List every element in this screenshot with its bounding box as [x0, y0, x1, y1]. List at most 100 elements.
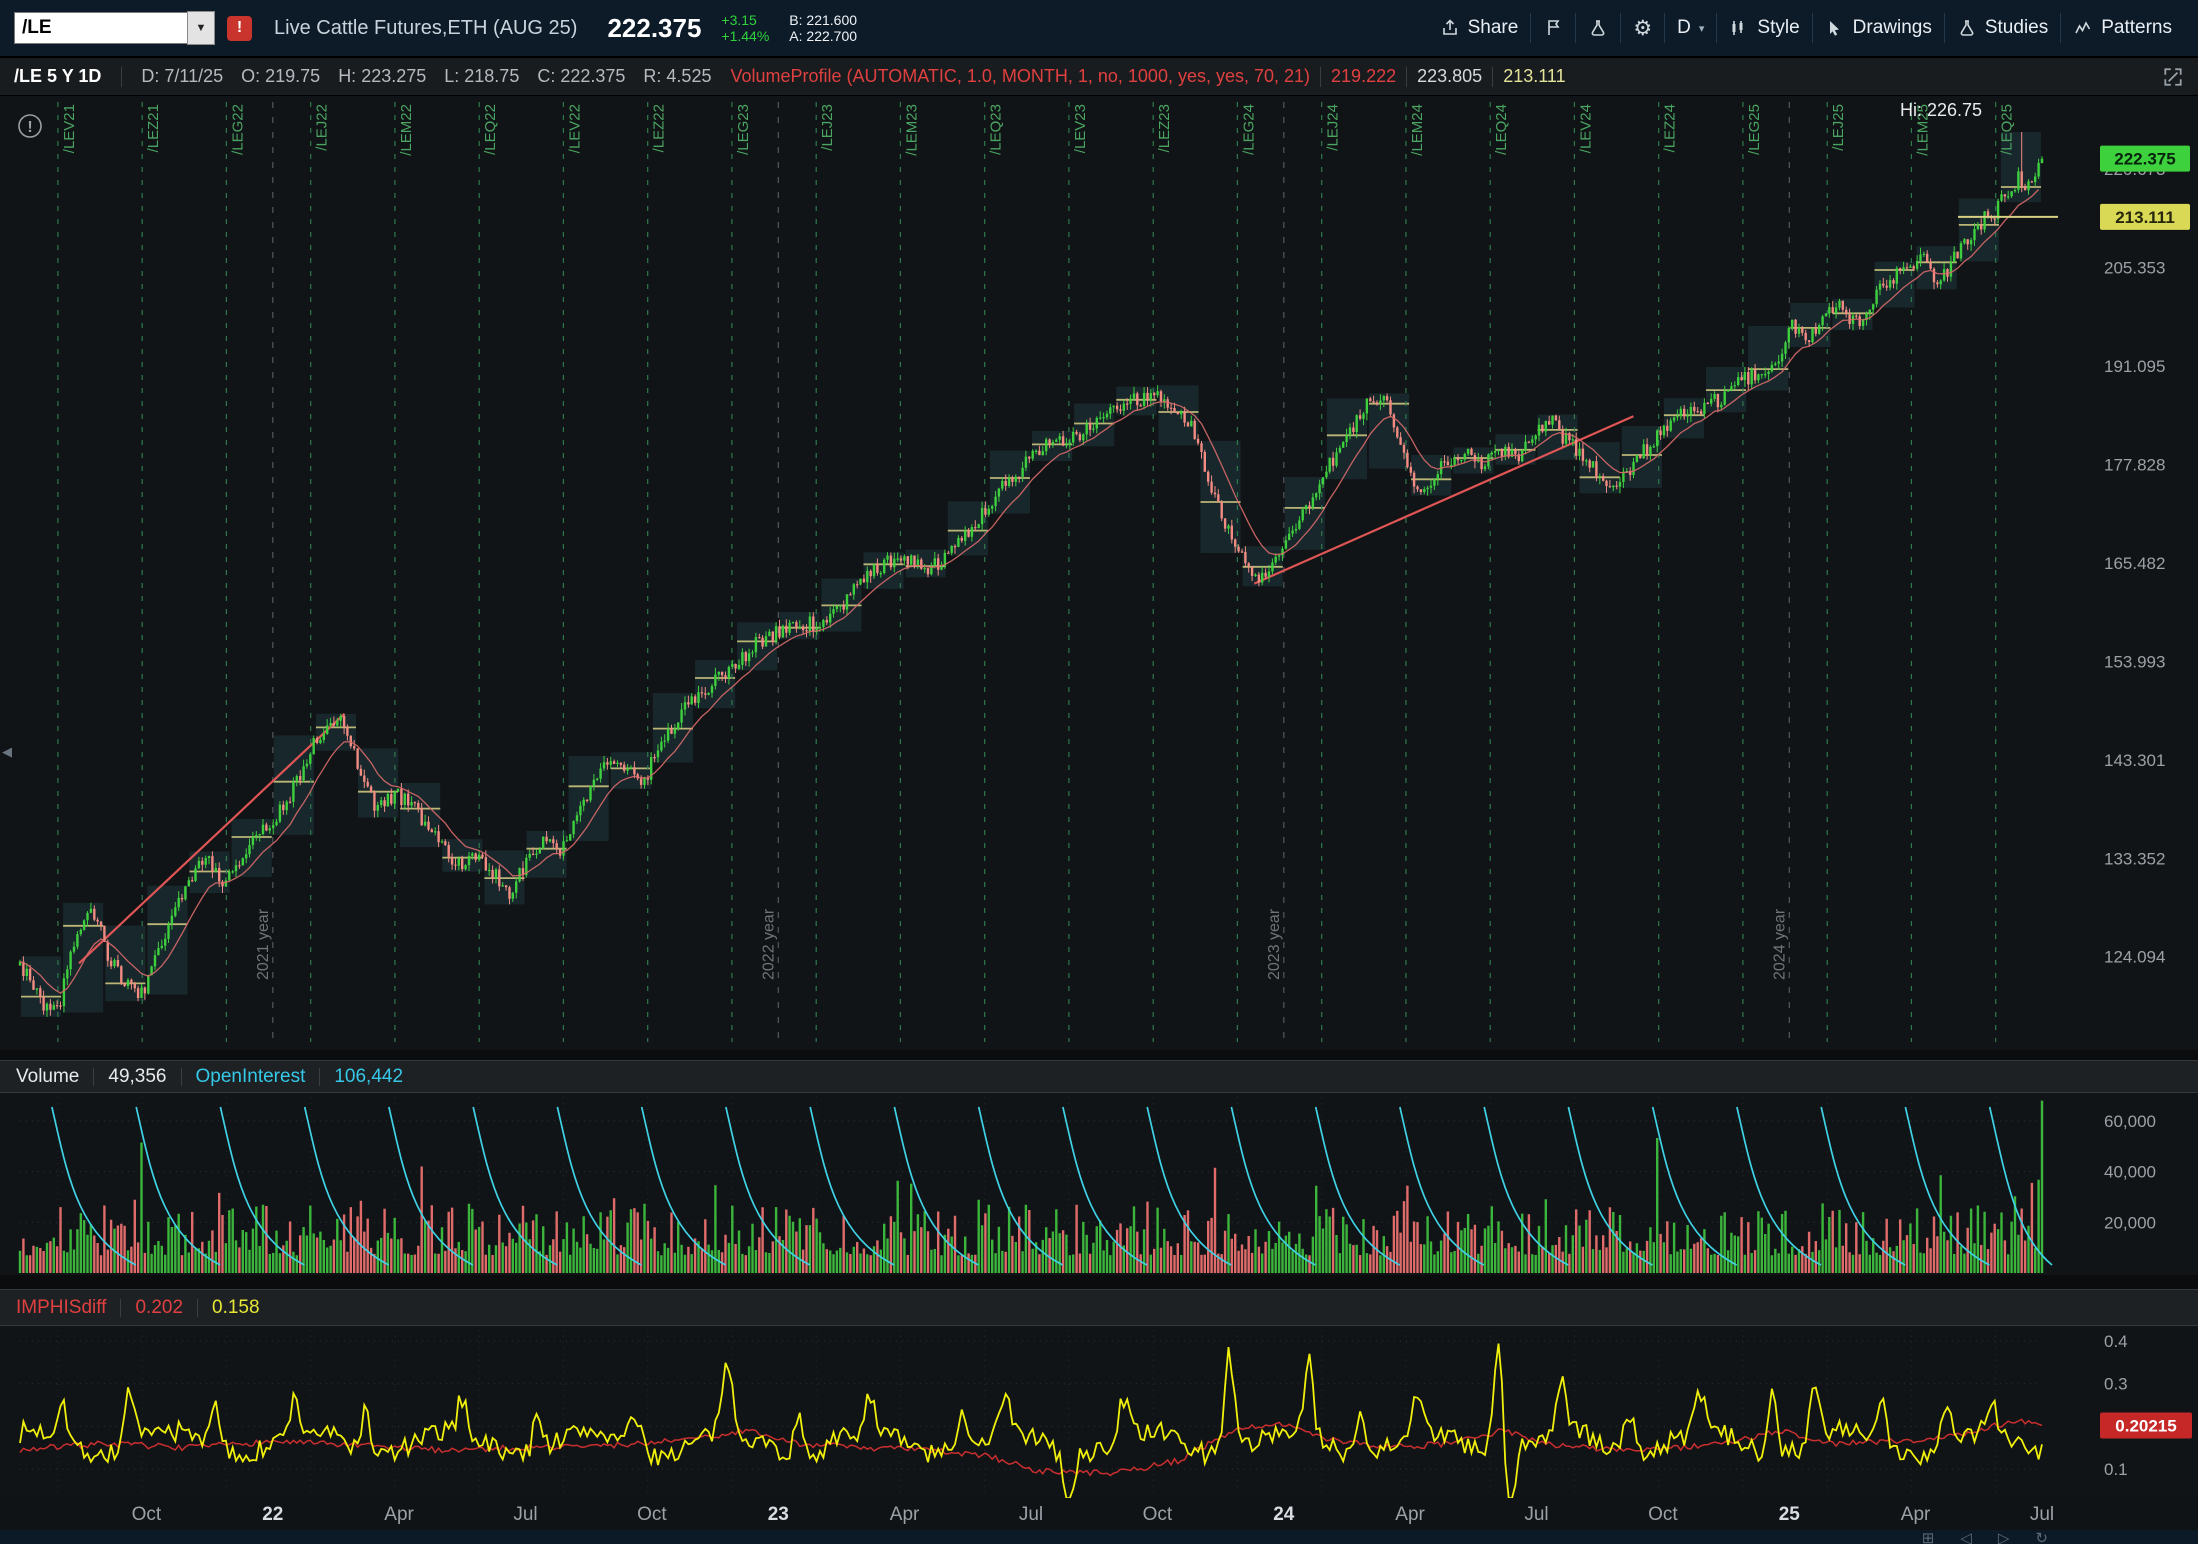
panel-divider	[0, 1050, 2198, 1060]
open-interest-label[interactable]: OpenInterest	[196, 1066, 306, 1088]
svg-text:153.993: 153.993	[2104, 652, 2165, 671]
maximize-icon	[2162, 66, 2184, 88]
svg-text:/LEV23: /LEV23	[1072, 104, 1089, 153]
chevron-down-icon: ▼	[196, 22, 207, 34]
volume-panel-chart[interactable]: 60,00040,00020,000	[0, 1093, 2198, 1275]
svg-text:/LEQ24: /LEQ24	[1493, 104, 1510, 155]
patterns-button[interactable]: Patterns	[2061, 17, 2184, 39]
svg-text:0.4: 0.4	[2104, 1332, 2128, 1351]
symbol-input[interactable]	[14, 12, 188, 44]
imphisdiff-label[interactable]: IMPHISdiff	[16, 1297, 106, 1319]
svg-text:Apr: Apr	[1395, 1504, 1425, 1525]
chart-header: /LE 5 Y 1D D: 7/11/25 O: 219.75 H: 223.2…	[0, 57, 2198, 96]
volume-profile-study-label[interactable]: VolumeProfile (AUTOMATIC, 1.0, MONTH, 1,…	[730, 66, 1310, 87]
study-value-1: 219.222	[1331, 66, 1396, 87]
time-axis[interactable]: Oct22AprJulOct23AprJulOct24AprJulOct25Ap…	[0, 1498, 2198, 1530]
ohlc-high: H: 223.275	[338, 66, 426, 87]
next-icon[interactable]: ▷	[1998, 1530, 2010, 1544]
svg-text:!: !	[27, 119, 32, 136]
svg-text:/LEZ22: /LEZ22	[651, 104, 668, 152]
change-value: +3.15	[721, 12, 769, 28]
prev-icon[interactable]: ◁	[1960, 1530, 1972, 1544]
svg-text:Jul: Jul	[2030, 1504, 2054, 1525]
timeframe-button[interactable]: D ▾	[1665, 17, 1716, 39]
svg-text:23: 23	[768, 1504, 789, 1525]
ohlc-low: L: 218.75	[444, 66, 519, 87]
svg-text:2023 year: 2023 year	[1266, 908, 1283, 980]
svg-text:Apr: Apr	[890, 1504, 920, 1525]
alert-badge[interactable]: !	[227, 16, 252, 41]
svg-text:2021 year: 2021 year	[255, 908, 272, 980]
svg-text:/LEZ21: /LEZ21	[145, 104, 162, 152]
svg-text:2022 year: 2022 year	[760, 908, 777, 980]
imphisdiff-chart[interactable]: 0.40.30.10.20215	[0, 1326, 2198, 1498]
share-button[interactable]: Share	[1428, 17, 1531, 39]
svg-text:124.094: 124.094	[2104, 948, 2165, 967]
svg-text:/LEJ23: /LEJ23	[819, 104, 836, 151]
svg-text:143.301: 143.301	[2104, 751, 2165, 770]
svg-text:/LEV24: /LEV24	[1577, 104, 1594, 153]
flask-icon	[1957, 18, 1977, 38]
imphisdiff-yellow-value: 0.158	[212, 1297, 260, 1319]
svg-text:/LEJ22: /LEJ22	[314, 104, 331, 151]
study-value-2: 223.805	[1417, 66, 1482, 87]
svg-text:Apr: Apr	[1901, 1504, 1931, 1525]
svg-text:/LEJ25: /LEJ25	[1830, 104, 1847, 151]
refresh-icon[interactable]: ↻	[2035, 1530, 2048, 1544]
main-chart[interactable]: 2021 year2022 year2023 year2024 year/LEV…	[0, 96, 2198, 1050]
grid-icon[interactable]: ⊞	[1922, 1530, 1935, 1544]
svg-text:/LEG22: /LEG22	[229, 104, 246, 155]
svg-text:/LEQ25: /LEQ25	[1999, 104, 2016, 155]
change-percent: +1.44%	[721, 28, 769, 44]
svg-text:/LEG24: /LEG24	[1240, 104, 1257, 155]
svg-text:213.111: 213.111	[2115, 208, 2175, 227]
bid-value: B: 221.600	[789, 12, 857, 28]
study-value-3: 213.111	[1503, 66, 1565, 87]
svg-text:0.1: 0.1	[2104, 1460, 2128, 1479]
svg-text:Oct: Oct	[1143, 1504, 1173, 1525]
svg-text:20,000: 20,000	[2104, 1213, 2156, 1232]
instrument-title: Live Cattle Futures,ETH (AUG 25)	[274, 17, 577, 40]
ohlc-open: O: 219.75	[241, 66, 320, 87]
svg-text:133.352: 133.352	[2104, 849, 2165, 868]
svg-text:Oct: Oct	[637, 1504, 667, 1525]
share-icon	[1440, 18, 1460, 38]
collapse-left-panel-icon[interactable]: ◀	[2, 744, 12, 760]
bottom-toolbar-strip: ⊞ ◁ ▷ ↻	[0, 1530, 2198, 1544]
cursor-icon	[1825, 18, 1845, 38]
maximize-chart-button[interactable]	[2162, 66, 2184, 88]
drawings-button[interactable]: Drawings	[1813, 17, 1944, 39]
quick-study-button[interactable]	[1576, 18, 1620, 38]
svg-text:222.375: 222.375	[2114, 150, 2175, 169]
settings-button[interactable]: ⚙	[1621, 18, 1664, 39]
ask-value: A: 222.700	[789, 28, 857, 44]
svg-text:/LEM24: /LEM24	[1409, 104, 1426, 156]
svg-text:165.482: 165.482	[2104, 554, 2165, 573]
ohlc-date: D: 7/11/25	[141, 66, 223, 87]
gear-icon: ⚙	[1633, 18, 1652, 39]
svg-text:/LEQ22: /LEQ22	[482, 104, 499, 155]
volume-label[interactable]: Volume	[16, 1066, 79, 1088]
symbol-dropdown-button[interactable]: ▼	[187, 11, 215, 45]
svg-text:/LEM22: /LEM22	[398, 104, 415, 156]
svg-text:Apr: Apr	[384, 1504, 414, 1525]
studies-button[interactable]: Studies	[1945, 17, 2060, 39]
svg-text:40,000: 40,000	[2104, 1163, 2156, 1182]
main-chart-panel: 2021 year2022 year2023 year2024 year/LEV…	[0, 96, 2198, 1050]
svg-text:/LEZ23: /LEZ23	[1156, 104, 1173, 152]
svg-text:0.20215: 0.20215	[2115, 1416, 2176, 1435]
svg-text:Jul: Jul	[1019, 1504, 1043, 1525]
svg-text:24: 24	[1273, 1504, 1295, 1525]
symbol-input-group: ▼ !	[14, 11, 252, 45]
svg-text:/LEJ24: /LEJ24	[1325, 104, 1342, 151]
svg-text:/LEG23: /LEG23	[735, 104, 752, 155]
chart-style-icon	[1729, 18, 1749, 38]
svg-text:Jul: Jul	[513, 1504, 537, 1525]
notes-flag-button[interactable]	[1531, 18, 1575, 38]
top-toolbar: ▼ ! Live Cattle Futures,ETH (AUG 25) 222…	[0, 0, 2198, 57]
chevron-down-icon: ▾	[1699, 22, 1705, 35]
style-button[interactable]: Style	[1717, 17, 1811, 39]
panel-divider	[0, 1275, 2198, 1289]
last-price: 222.375	[607, 13, 701, 44]
toolbar-right: Share ⚙ D ▾	[1428, 13, 2184, 43]
